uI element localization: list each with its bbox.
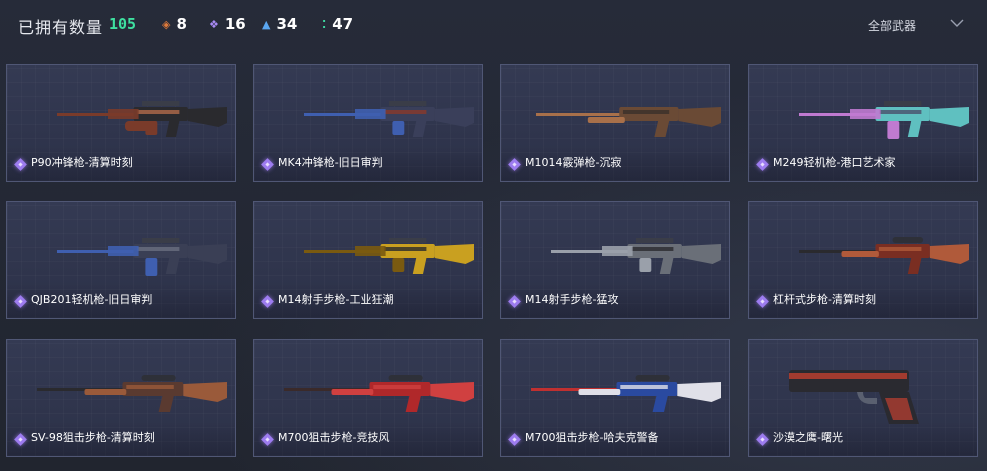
- weapon-card[interactable]: M1014霰弹枪-沉寂: [500, 64, 730, 182]
- stat-orange-value: 8: [176, 15, 187, 33]
- weapon-name: 杠杆式步枪-清算时刻: [773, 293, 876, 306]
- weapon-name: M14射手步枪-猛攻: [525, 293, 619, 306]
- stat-purple: ❖ 16: [209, 15, 246, 33]
- stat-blue-value: 34: [276, 15, 298, 33]
- weapon-name: M249轻机枪-港口艺术家: [773, 156, 896, 169]
- purple-rarity-icon: [14, 433, 27, 446]
- lmg-weapon-image: [57, 238, 227, 276]
- shotgun-weapon-image: [536, 107, 721, 137]
- weapon-card[interactable]: 沙漠之鹰-曙光: [748, 339, 978, 457]
- weapon-name: M700狙击步枪-竞技风: [278, 431, 390, 444]
- weapon-card[interactable]: P90冲锋枪-清算时刻: [6, 64, 236, 182]
- purple-rarity-icon: [261, 433, 274, 446]
- weapon-name: M700狙击步枪-哈夫克警备: [525, 431, 659, 444]
- orange-rarity-icon: ◈: [162, 17, 171, 31]
- collection-header: 已拥有数量 105 ◈ 8 ❖ 16 ▲ 34 ⁚ 47 全部武器: [0, 0, 987, 52]
- rifle-weapon-image: [551, 238, 721, 274]
- weapon-name: P90冲锋枪-清算时刻: [31, 156, 133, 169]
- weapon-card[interactable]: MK4冲锋枪-旧日审判: [253, 64, 483, 182]
- purple-rarity-icon: [756, 158, 769, 171]
- purple-rarity-icon: ❖: [209, 17, 219, 31]
- stat-purple-value: 16: [224, 15, 246, 33]
- weapon-card[interactable]: QJB201轻机枪-旧日审判: [6, 201, 236, 319]
- purple-rarity-icon: [14, 158, 27, 171]
- sniper-weapon-image: [531, 375, 721, 412]
- owned-label: 已拥有数量: [18, 18, 104, 37]
- smg-weapon-image: [57, 101, 227, 137]
- purple-rarity-icon: [261, 295, 274, 308]
- rifle-weapon-image: [304, 101, 474, 137]
- weapon-card[interactable]: M249轻机枪-港口艺术家: [748, 64, 978, 182]
- weapon-name: 沙漠之鹰-曙光: [773, 431, 843, 444]
- stat-green-value: 47: [332, 15, 354, 33]
- rifle-weapon-image: [304, 238, 474, 274]
- purple-rarity-icon: [261, 158, 274, 171]
- pistol-weapon-image: [789, 370, 919, 424]
- sniper-weapon-image: [37, 375, 227, 412]
- weapon-filter-dropdown[interactable]: 全部武器: [868, 17, 916, 34]
- purple-rarity-icon: [508, 158, 521, 171]
- purple-rarity-icon: [756, 433, 769, 446]
- weapon-name: SV-98狙击步枪-清算时刻: [31, 431, 155, 444]
- stat-green: ⁚ 47: [322, 15, 353, 33]
- weapon-card[interactable]: SV-98狙击步枪-清算时刻: [6, 339, 236, 457]
- weapon-name: MK4冲锋枪-旧日审判: [278, 156, 383, 169]
- weapon-card[interactable]: M14射手步枪-猛攻: [500, 201, 730, 319]
- weapon-card[interactable]: M700狙击步枪-竞技风: [253, 339, 483, 457]
- weapon-name: QJB201轻机枪-旧日审判: [31, 293, 153, 306]
- purple-rarity-icon: [508, 295, 521, 308]
- sniper-weapon-image: [284, 375, 474, 412]
- lever-weapon-image: [799, 237, 969, 274]
- purple-rarity-icon: [14, 295, 27, 308]
- weapon-name: M1014霰弹枪-沉寂: [525, 156, 622, 169]
- owned-count: 105: [109, 15, 137, 33]
- purple-rarity-icon: [508, 433, 521, 446]
- weapon-card[interactable]: 杠杆式步枪-清算时刻: [748, 201, 978, 319]
- chevron-down-icon[interactable]: [950, 18, 964, 28]
- blue-rarity-icon: ▲: [262, 17, 271, 31]
- green-rarity-icon: ⁚: [322, 17, 327, 31]
- stat-blue: ▲ 34: [262, 15, 297, 33]
- weapon-name: M14射手步枪-工业狂潮: [278, 293, 394, 306]
- weapon-card[interactable]: M14射手步枪-工业狂潮: [253, 201, 483, 319]
- weapon-card[interactable]: M700狙击步枪-哈夫克警备: [500, 339, 730, 457]
- lmg-weapon-image: [799, 101, 969, 139]
- stat-orange: ◈ 8: [162, 15, 187, 33]
- purple-rarity-icon: [756, 295, 769, 308]
- weapon-collection-screen: 已拥有数量 105 ◈ 8 ❖ 16 ▲ 34 ⁚ 47 全部武器 P90冲锋枪…: [0, 0, 987, 471]
